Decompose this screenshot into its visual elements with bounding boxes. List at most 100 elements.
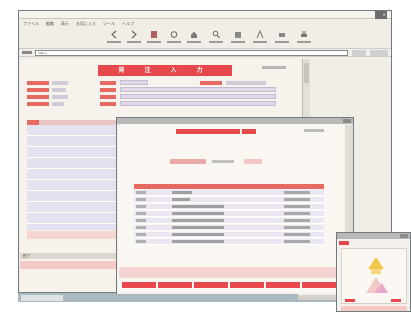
search-button[interactable] — [209, 30, 223, 46]
form-field[interactable] — [120, 80, 148, 85]
grid-header-cell — [27, 120, 39, 125]
menu-file[interactable]: ファイル — [23, 20, 39, 28]
history-icon — [256, 30, 264, 39]
order-list-button-2[interactable] — [158, 282, 192, 288]
tool-label — [275, 41, 289, 43]
row-item — [172, 219, 224, 222]
form-label — [100, 81, 116, 85]
close-icon[interactable]: ✕ — [383, 12, 386, 17]
order-list-title-bar — [117, 118, 353, 124]
form-label — [27, 95, 49, 99]
table-row[interactable] — [134, 211, 324, 217]
form-label — [200, 81, 222, 85]
row-code — [136, 191, 146, 194]
toolbar — [19, 28, 391, 48]
row-item — [172, 233, 224, 236]
row-amount — [284, 233, 310, 236]
row-code — [136, 226, 146, 229]
dialog-ok-button[interactable] — [345, 299, 355, 302]
dialog-content — [341, 248, 407, 304]
menu-bar: ファイル 編集 表示 お気に入り ツール ヘルプ — [19, 20, 391, 28]
form-label — [100, 95, 116, 99]
form-value — [52, 102, 64, 106]
order-list-button-4[interactable] — [230, 282, 264, 288]
form-value — [226, 81, 266, 85]
order-list-date — [304, 129, 324, 132]
order-list-button-6[interactable] — [302, 282, 338, 288]
search-icon — [212, 30, 220, 39]
address-input[interactable]: http:// — [35, 50, 348, 56]
form-label — [27, 88, 49, 92]
desktop-frame: ✕ ファイル 編集 表示 お気に入り ツール ヘルプ http:// 発 注 入… — [18, 10, 411, 312]
go-button[interactable] — [352, 50, 366, 56]
table-row[interactable] — [134, 232, 324, 238]
mail-button[interactable] — [275, 30, 289, 46]
order-list-summary — [119, 267, 345, 278]
form-field[interactable] — [120, 87, 276, 92]
row-amount — [284, 198, 310, 201]
table-row[interactable] — [134, 239, 324, 245]
table-row[interactable] — [134, 197, 324, 203]
close-icon[interactable] — [400, 234, 408, 238]
links-button[interactable] — [370, 50, 388, 56]
row-code — [136, 205, 146, 208]
menu-help[interactable]: ヘルプ — [122, 20, 134, 28]
menu-tools[interactable]: ツール — [103, 20, 115, 28]
mail-icon — [279, 33, 285, 37]
form-value — [52, 81, 68, 85]
row-code — [136, 219, 146, 222]
home-icon — [191, 31, 197, 38]
history-button[interactable] — [253, 30, 267, 46]
row-item — [172, 191, 192, 194]
address-label — [22, 51, 32, 54]
form-value — [52, 88, 66, 92]
scrollbar-thumb[interactable] — [304, 63, 309, 83]
back-button[interactable] — [107, 30, 121, 46]
tool-label — [209, 41, 223, 43]
table-row[interactable] — [134, 190, 324, 196]
page-title: 発 注 入 力 — [98, 65, 232, 76]
close-icon[interactable] — [343, 119, 351, 123]
home-button[interactable] — [187, 30, 201, 46]
dialog-cancel-button[interactable] — [391, 299, 401, 302]
row-amount — [284, 240, 310, 243]
product-figure-icon — [366, 257, 388, 293]
row-item — [172, 205, 224, 208]
menu-view[interactable]: 表示 — [61, 20, 69, 28]
order-list-filter-button[interactable] — [244, 159, 262, 164]
form-label — [100, 102, 116, 106]
favorites-button[interactable] — [231, 30, 245, 46]
dialog-footer — [341, 306, 407, 311]
form-field[interactable] — [120, 94, 276, 99]
menu-edit[interactable]: 編集 — [46, 20, 54, 28]
order-list-heading-tag — [242, 129, 256, 134]
back-icon — [111, 30, 117, 39]
row-item — [172, 240, 224, 243]
table-row[interactable] — [134, 218, 324, 224]
order-list-heading — [176, 129, 240, 134]
table-row[interactable] — [134, 225, 324, 231]
address-bar: http:// — [19, 48, 391, 57]
dialog-heading — [339, 241, 349, 245]
forward-button[interactable] — [127, 30, 141, 46]
table-row[interactable] — [134, 204, 324, 210]
detail-dialog — [336, 232, 411, 312]
row-item — [172, 198, 190, 201]
row-code — [136, 212, 146, 215]
menu-favorites[interactable]: お気に入り — [76, 20, 96, 28]
row-amount — [284, 205, 310, 208]
tool-label — [231, 41, 245, 43]
form-field[interactable] — [120, 101, 276, 106]
taskbar-item[interactable] — [21, 295, 63, 301]
order-list-button-1[interactable] — [122, 282, 156, 288]
row-amount — [284, 191, 310, 194]
refresh-button[interactable] — [167, 30, 181, 46]
order-list-button-5[interactable] — [266, 282, 300, 288]
stop-button[interactable] — [147, 30, 161, 46]
print-button[interactable] — [297, 30, 311, 46]
status-text: 終了 — [23, 254, 30, 258]
order-list-body — [118, 125, 345, 293]
print-icon — [301, 31, 307, 37]
tool-label — [107, 41, 121, 43]
order-list-button-3[interactable] — [194, 282, 228, 288]
